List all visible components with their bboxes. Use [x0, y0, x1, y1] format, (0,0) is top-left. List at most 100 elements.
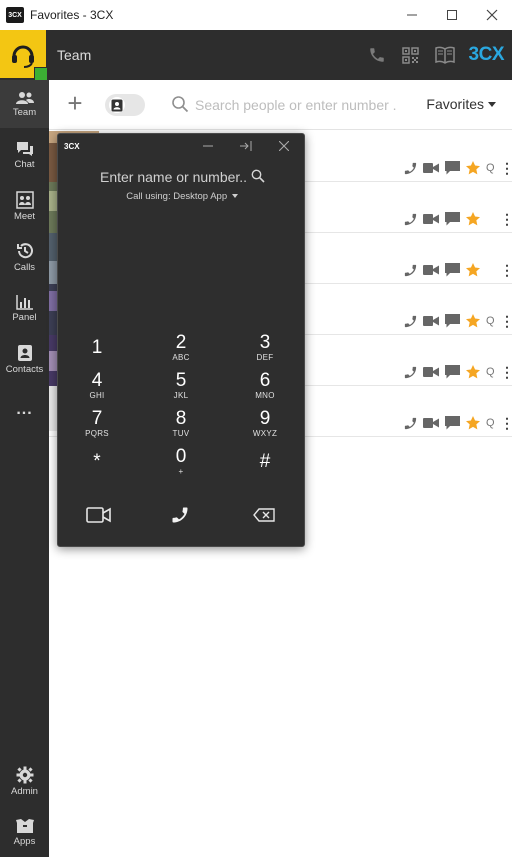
sidebar-item-team[interactable]: Team: [0, 80, 49, 128]
dial-key[interactable]: 3 DEF: [235, 330, 295, 366]
backspace-icon: [253, 508, 275, 522]
dial-key-digit: #: [259, 451, 271, 472]
dialer-window: 3CX Call using: Desktop App 1 2ABC 3DEF 4GH…: [57, 133, 305, 547]
caret-down-icon: [231, 194, 238, 199]
video-camera-icon[interactable]: [423, 364, 439, 380]
dialer-titlebar: 3CX: [58, 134, 306, 158]
close-button[interactable]: [472, 0, 512, 30]
star-icon[interactable]: [465, 364, 481, 380]
book-icon[interactable]: [434, 45, 455, 65]
dial-key-letters: PQRS: [85, 429, 109, 438]
video-camera-icon: [86, 507, 111, 523]
toggle-knob: [109, 97, 125, 113]
dialer-search-icon[interactable]: [251, 169, 265, 188]
panel-icon: [15, 294, 33, 310]
dial-key-digit: 4: [91, 370, 103, 391]
phone-icon[interactable]: [402, 313, 418, 329]
dial-key-letters: TUV: [172, 429, 190, 438]
maximize-button[interactable]: [432, 0, 472, 30]
sidebar-item-label: Apps: [13, 835, 36, 847]
contact-card-icon: [111, 99, 123, 111]
star-icon[interactable]: [465, 262, 481, 278]
favorites-dropdown[interactable]: Favorites: [426, 96, 496, 112]
more-options-icon[interactable]: ⋮: [500, 365, 512, 379]
phone-icon[interactable]: [402, 211, 418, 227]
more-options-icon[interactable]: ⋮: [500, 161, 512, 175]
call-using-selector[interactable]: Call using: Desktop App: [58, 191, 306, 202]
sidebar-item-apps[interactable]: Apps: [0, 808, 49, 856]
sidebar-item-label: Team: [12, 106, 37, 118]
sidebar-item-meet[interactable]: Meet: [0, 182, 49, 230]
dial-key[interactable]: 2 ABC: [151, 330, 211, 366]
qr-code-icon[interactable]: [401, 45, 421, 65]
phone-icon[interactable]: [402, 160, 418, 176]
chat-icon[interactable]: [444, 160, 460, 176]
video-camera-icon[interactable]: [423, 313, 439, 329]
dialer-close-button[interactable]: [266, 134, 302, 158]
add-button[interactable]: +: [63, 90, 87, 116]
more-options-icon[interactable]: ⋮: [500, 263, 512, 277]
sidebar-item-chat[interactable]: Chat: [0, 131, 49, 179]
sidebar-item-label: Calls: [13, 261, 36, 273]
dialer-popout-button[interactable]: [228, 134, 264, 158]
video-camera-icon[interactable]: [423, 262, 439, 278]
dial-key[interactable]: 4 GHI: [67, 368, 127, 404]
star-icon[interactable]: [465, 313, 481, 329]
sidebar-item-label: Meet: [13, 210, 36, 222]
dial-key-digit: 0: [175, 446, 187, 467]
star-icon[interactable]: [465, 415, 481, 431]
dial-key-digit: 5: [175, 370, 187, 391]
dial-key[interactable]: 5 JKL: [151, 368, 211, 404]
caret-down-icon: [488, 101, 496, 107]
search-input[interactable]: [195, 94, 405, 116]
video-camera-icon[interactable]: [423, 211, 439, 227]
more-options-icon[interactable]: ⋮: [500, 416, 512, 430]
meet-icon: [15, 190, 34, 209]
dial-key[interactable]: 0 +: [151, 444, 211, 480]
backspace-button[interactable]: [244, 500, 284, 530]
sidebar-item-more[interactable]: ...: [0, 386, 49, 434]
phone-icon[interactable]: [402, 262, 418, 278]
chat-icon[interactable]: [444, 313, 460, 329]
dialer-logo: 3CX: [64, 141, 80, 151]
dial-key[interactable]: #: [235, 444, 295, 480]
dialer-number-input[interactable]: [100, 167, 250, 187]
dial-key[interactable]: 9 WXYZ: [235, 406, 295, 442]
video-camera-icon[interactable]: [423, 415, 439, 431]
minimize-button[interactable]: [392, 0, 432, 30]
dial-key[interactable]: 6 MNO: [235, 368, 295, 404]
star-icon[interactable]: [465, 160, 481, 176]
more-options-icon[interactable]: ⋮: [500, 212, 512, 226]
sidebar-item-contacts[interactable]: Contacts: [0, 335, 49, 383]
queue-badge: Q: [486, 366, 495, 378]
dial-key-digit: 9: [259, 408, 271, 429]
app-logo: 3CX: [6, 7, 24, 23]
star-icon[interactable]: [465, 211, 481, 227]
dial-key[interactable]: 7 PQRS: [67, 406, 127, 442]
call-button[interactable]: [160, 500, 200, 530]
video-call-button[interactable]: [79, 500, 119, 530]
chat-icon[interactable]: [444, 211, 460, 227]
dial-key[interactable]: 8 TUV: [151, 406, 211, 442]
dialer-minimize-button[interactable]: [190, 134, 226, 158]
sidebar-item-panel[interactable]: Panel: [0, 284, 49, 332]
chat-icon[interactable]: [444, 415, 460, 431]
sidebar-item-admin[interactable]: Admin: [0, 757, 49, 805]
more-icon: ...: [16, 401, 33, 418]
phone-icon[interactable]: [367, 45, 387, 65]
queue-badge: Q: [486, 417, 495, 429]
chat-icon[interactable]: [444, 364, 460, 380]
phone-icon[interactable]: [402, 364, 418, 380]
phone-icon[interactable]: [402, 415, 418, 431]
dial-key-digit: *: [93, 451, 101, 472]
dial-key[interactable]: *: [67, 444, 127, 480]
queue-badge: Q: [486, 162, 495, 174]
search-icon: [171, 95, 189, 118]
video-camera-icon[interactable]: [423, 160, 439, 176]
chat-icon[interactable]: [444, 262, 460, 278]
contacts-toggle[interactable]: [105, 94, 145, 116]
dial-key[interactable]: 1: [67, 330, 127, 366]
queue-badge: Q: [486, 315, 495, 327]
more-options-icon[interactable]: ⋮: [500, 314, 512, 328]
sidebar-item-calls[interactable]: Calls: [0, 233, 49, 281]
